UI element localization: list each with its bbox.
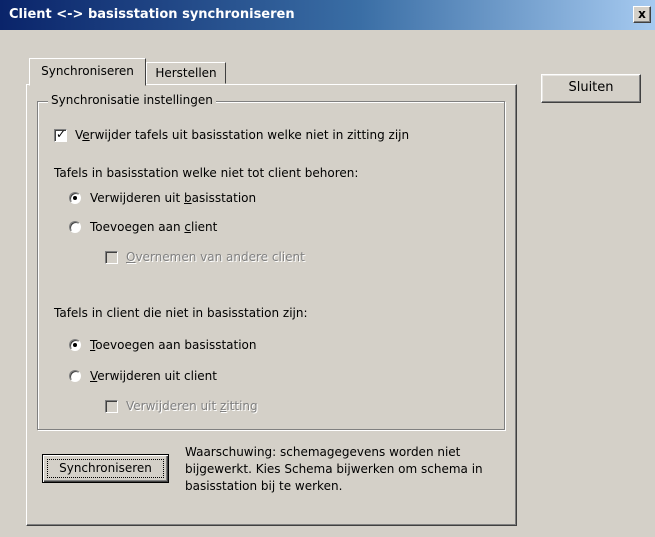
tab-herstellen[interactable]: Herstellen: [146, 62, 226, 84]
remove-session-checkbox[interactable]: [105, 400, 118, 413]
radio-remove-from-client-label[interactable]: Verwijderen uit client: [90, 369, 217, 383]
tab-synchroniseren-label: Synchroniseren: [41, 64, 134, 78]
radio-remove-from-station[interactable]: [69, 192, 81, 204]
radio-add-to-station-label[interactable]: Toevoegen aan basisstation: [90, 338, 257, 352]
warning-line: basisstation bij te werken.: [185, 479, 343, 493]
close-button-label: Sluiten: [568, 80, 614, 95]
radio-remove-from-station-label[interactable]: Verwijderen uit basisstation: [90, 191, 256, 205]
warning-line: bijgewerkt. Kies Schema bijwerken om sch…: [185, 462, 483, 476]
radio-add-to-client-label[interactable]: Toevoegen aan client: [90, 220, 217, 234]
radio-selected-dot: [73, 343, 77, 347]
radio-selected-dot: [73, 196, 77, 200]
section1-heading: Tafels in basisstation welke niet tot cl…: [54, 166, 359, 180]
window-title: Client <-> basisstation synchroniseren: [9, 7, 295, 22]
tab-herstellen-label: Herstellen: [155, 66, 217, 80]
take-over-checkbox[interactable]: [105, 251, 118, 264]
remove-session-label[interactable]: Verwijderen uit zitting: [126, 399, 258, 413]
radio-remove-from-client[interactable]: [69, 370, 81, 382]
close-button[interactable]: Sluiten: [541, 74, 641, 103]
focus-rect: [47, 459, 164, 478]
radio-add-to-client[interactable]: [69, 221, 81, 233]
close-icon: x: [638, 7, 646, 21]
radio-add-to-station[interactable]: [69, 339, 81, 351]
tab-synchroniseren[interactable]: Synchroniseren: [29, 58, 146, 86]
synchronize-button[interactable]: Synchroniseren: [42, 454, 169, 483]
section2-heading: Tafels in client die niet in basisstatio…: [54, 306, 308, 320]
warning-text: Waarschuwing: schemagegevens worden niet…: [185, 444, 515, 495]
take-over-label[interactable]: Overnemen van andere client: [126, 250, 305, 264]
remove-tables-label[interactable]: Verwijder tafels uit basisstation welke …: [75, 128, 409, 142]
remove-tables-checkbox[interactable]: ✓: [54, 127, 67, 142]
close-window-button[interactable]: x: [633, 6, 651, 23]
checkmark-icon: ✓: [56, 127, 67, 141]
groupbox-legend: Synchronisatie instellingen: [48, 93, 216, 107]
warning-line: Waarschuwing: schemagegevens worden niet: [185, 445, 461, 459]
title-bar[interactable]: Client <-> basisstation synchroniseren x: [0, 0, 655, 30]
